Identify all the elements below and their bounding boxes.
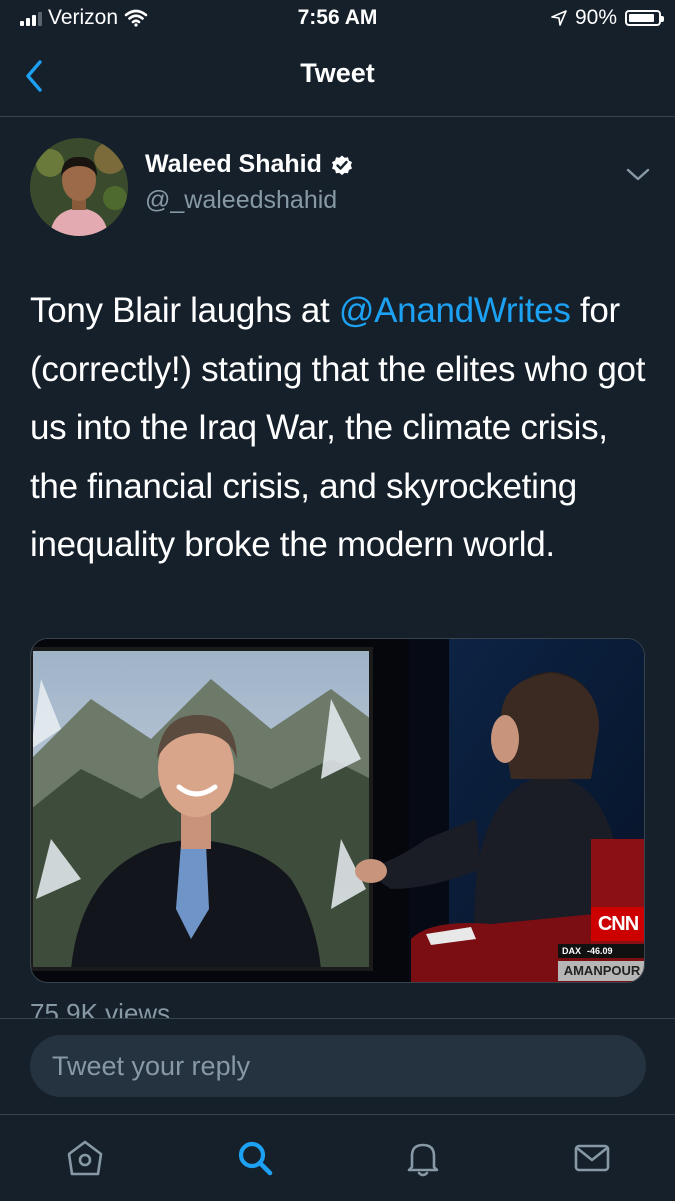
network-badge: CNN DAX -46.09 AMANPOUR xyxy=(558,907,644,981)
author-handle[interactable]: @_waleedshahid xyxy=(145,186,337,215)
mention-link[interactable]: @AnandWrites xyxy=(339,291,571,330)
battery-fill xyxy=(629,14,654,22)
ticker-label: DAX xyxy=(562,946,582,956)
status-right: 90% xyxy=(551,6,664,30)
tab-messages[interactable] xyxy=(567,1133,617,1183)
show-name: AMANPOUR xyxy=(558,961,644,981)
tab-notifications[interactable] xyxy=(398,1133,448,1183)
battery-icon xyxy=(625,10,664,26)
avatar[interactable] xyxy=(30,138,128,236)
tweet-text-part: Tony Blair laughs at xyxy=(30,291,339,330)
cnn-logo: CNN xyxy=(591,907,644,941)
video-frame xyxy=(31,639,644,982)
ticker-value: -46.09 xyxy=(587,946,613,956)
home-icon xyxy=(67,1140,103,1176)
location-icon xyxy=(551,10,567,26)
reply-input[interactable] xyxy=(30,1035,646,1097)
tab-bar xyxy=(0,1114,675,1201)
author-name[interactable]: Waleed Shahid xyxy=(145,150,322,179)
tweet-text: Tony Blair laughs at @AnandWrites for (c… xyxy=(30,282,650,575)
tweet-video[interactable]: CNN DAX -46.09 AMANPOUR xyxy=(30,638,645,983)
mail-icon xyxy=(574,1144,610,1172)
ticker: DAX -46.09 xyxy=(558,944,644,958)
status-bar: Verizon 7:56 AM 90% xyxy=(0,0,675,38)
search-icon xyxy=(238,1141,273,1176)
tab-search[interactable] xyxy=(230,1133,280,1183)
tweet-text-part: for (correctly!) stating that the elites… xyxy=(30,291,646,564)
author-name-row[interactable]: Waleed Shahid xyxy=(145,150,354,179)
tab-home[interactable] xyxy=(60,1133,110,1183)
nav-header: Tweet xyxy=(0,38,675,117)
reply-bar xyxy=(0,1018,675,1115)
bell-icon xyxy=(407,1143,439,1177)
verified-badge-icon xyxy=(331,155,352,175)
battery-percent: 90% xyxy=(574,6,617,29)
page-title: Tweet xyxy=(300,58,375,88)
chevron-down-icon[interactable] xyxy=(622,160,654,188)
